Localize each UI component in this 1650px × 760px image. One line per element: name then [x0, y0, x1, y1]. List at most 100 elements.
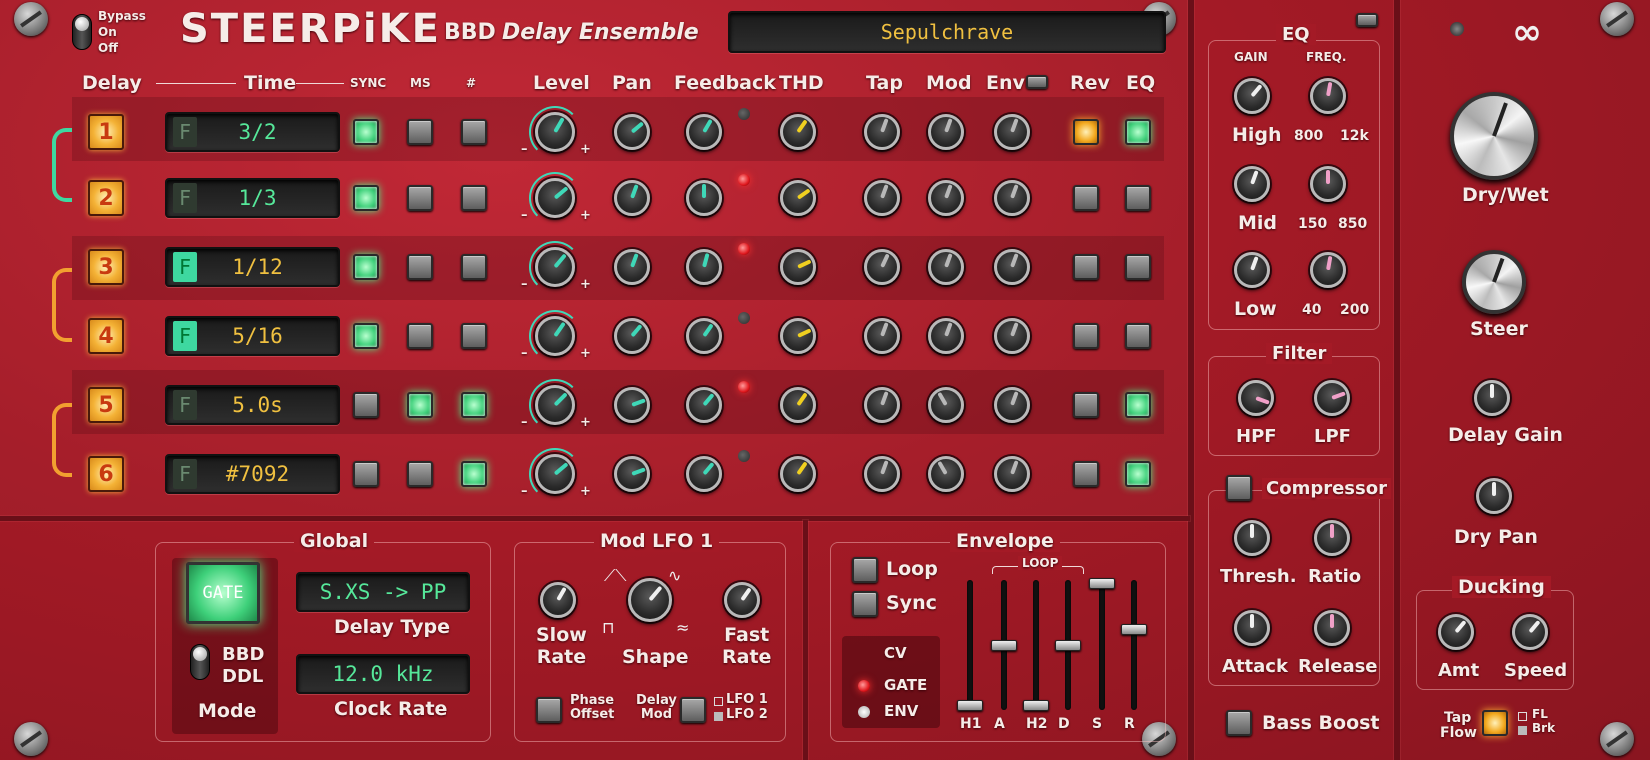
hash-button[interactable]	[461, 392, 487, 418]
mod-knob[interactable]	[928, 249, 964, 285]
eq-button[interactable]	[1125, 254, 1151, 280]
comp-ratio-knob[interactable]	[1314, 520, 1350, 556]
lpf-knob[interactable]	[1314, 380, 1350, 416]
delay-type-display[interactable]: S.XS -> PP	[296, 572, 470, 612]
pan-knob[interactable]	[614, 249, 650, 285]
sync-button[interactable]	[353, 119, 379, 145]
sync-button[interactable]	[353, 185, 379, 211]
duck-amt-knob[interactable]	[1438, 614, 1474, 650]
delay-number-button[interactable]: 5	[88, 387, 124, 423]
hash-button[interactable]	[461, 254, 487, 280]
fb-knob[interactable]	[686, 456, 722, 492]
mod-knob[interactable]	[928, 180, 964, 216]
ms-button[interactable]	[407, 119, 433, 145]
pan-knob[interactable]	[614, 180, 650, 216]
envelope-slider-h2[interactable]	[1023, 700, 1049, 711]
envelope-slider-r[interactable]	[1121, 624, 1147, 635]
delay-mod-button[interactable]	[680, 697, 706, 723]
fb-knob[interactable]	[686, 318, 722, 354]
dry-pan-knob[interactable]	[1476, 478, 1512, 514]
envelope-slider-a[interactable]	[991, 640, 1017, 651]
preset-display[interactable]: Sepulchrave	[728, 11, 1166, 53]
delay-gain-knob[interactable]	[1474, 380, 1510, 416]
eq-button[interactable]	[1125, 323, 1151, 349]
env-sync-button[interactable]	[852, 591, 878, 617]
time-display[interactable]: F 5.0s	[165, 385, 340, 425]
tap-knob[interactable]	[864, 180, 900, 216]
time-display[interactable]: F 1/3	[165, 178, 340, 218]
sync-button[interactable]	[353, 254, 379, 280]
env-knob[interactable]	[994, 456, 1030, 492]
thd-knob[interactable]	[780, 180, 816, 216]
tap-knob[interactable]	[864, 387, 900, 423]
fb-knob[interactable]	[686, 387, 722, 423]
mod-knob[interactable]	[928, 114, 964, 150]
level-knob[interactable]	[529, 448, 581, 500]
eq-button[interactable]	[1125, 119, 1151, 145]
bypass-toggle[interactable]	[72, 14, 92, 50]
lfo-slow-rate-knob[interactable]	[540, 582, 576, 618]
level-knob[interactable]	[529, 172, 581, 224]
rev-button[interactable]	[1073, 119, 1099, 145]
thd-knob[interactable]	[780, 387, 816, 423]
eq-button[interactable]	[1125, 461, 1151, 487]
env-knob[interactable]	[994, 318, 1030, 354]
ms-button[interactable]	[407, 392, 433, 418]
pan-knob[interactable]	[614, 456, 650, 492]
tap-knob[interactable]	[864, 318, 900, 354]
envelope-slider-s[interactable]	[1089, 578, 1115, 589]
env-knob[interactable]	[994, 180, 1030, 216]
clock-rate-display[interactable]: 12.0 kHz	[296, 654, 470, 694]
delay-number-button[interactable]: 1	[88, 114, 124, 150]
tap-knob[interactable]	[864, 249, 900, 285]
thd-knob[interactable]	[780, 249, 816, 285]
comp-attack-knob[interactable]	[1234, 610, 1270, 646]
free-mode-indicator[interactable]: F	[173, 117, 197, 147]
cv-gate-led[interactable]	[858, 680, 870, 692]
drywet-knob[interactable]	[1450, 92, 1538, 180]
delay-number-button[interactable]: 2	[88, 180, 124, 216]
gate-button[interactable]: GATE	[186, 562, 260, 624]
env-knob[interactable]	[994, 249, 1030, 285]
ms-button[interactable]	[407, 461, 433, 487]
mod-knob[interactable]	[928, 387, 964, 423]
envelope-slider-h1[interactable]	[957, 700, 983, 711]
bass-boost-button[interactable]	[1226, 710, 1252, 736]
sync-button[interactable]	[353, 392, 379, 418]
cv-env-led[interactable]	[858, 706, 870, 718]
delay-number-button[interactable]: 4	[88, 318, 124, 354]
hpf-knob[interactable]	[1238, 380, 1274, 416]
ms-button[interactable]	[407, 185, 433, 211]
hash-button[interactable]	[461, 323, 487, 349]
fb-knob[interactable]	[686, 249, 722, 285]
ms-button[interactable]	[407, 254, 433, 280]
thd-knob[interactable]	[780, 114, 816, 150]
pan-knob[interactable]	[614, 387, 650, 423]
env-knob[interactable]	[994, 114, 1030, 150]
thd-knob[interactable]	[780, 456, 816, 492]
phase-offset-button[interactable]	[536, 697, 562, 723]
time-display[interactable]: F 1/12	[165, 247, 340, 287]
fb-knob[interactable]	[686, 180, 722, 216]
time-display[interactable]: F 5/16	[165, 316, 340, 356]
delay-number-button[interactable]: 3	[88, 249, 124, 285]
level-knob[interactable]	[529, 379, 581, 431]
level-knob[interactable]	[529, 241, 581, 293]
mod-knob[interactable]	[928, 318, 964, 354]
eq-low-gain-knob[interactable]	[1234, 252, 1270, 288]
rev-button[interactable]	[1073, 461, 1099, 487]
rev-button[interactable]	[1073, 185, 1099, 211]
sync-button[interactable]	[353, 461, 379, 487]
delay-number-button[interactable]: 6	[88, 456, 124, 492]
eq-mid-freq-knob[interactable]	[1310, 166, 1346, 202]
rev-button[interactable]	[1073, 323, 1099, 349]
hash-button[interactable]	[461, 185, 487, 211]
time-display[interactable]: F #7092	[165, 454, 340, 494]
eq-mid-gain-knob[interactable]	[1234, 166, 1270, 202]
compressor-enable-button[interactable]	[1226, 475, 1252, 501]
eq-high-freq-knob[interactable]	[1310, 78, 1346, 114]
hash-button[interactable]	[461, 119, 487, 145]
env-menu-icon[interactable]	[1026, 75, 1048, 89]
lfo-shape-knob[interactable]	[628, 578, 672, 622]
sync-button[interactable]	[353, 323, 379, 349]
